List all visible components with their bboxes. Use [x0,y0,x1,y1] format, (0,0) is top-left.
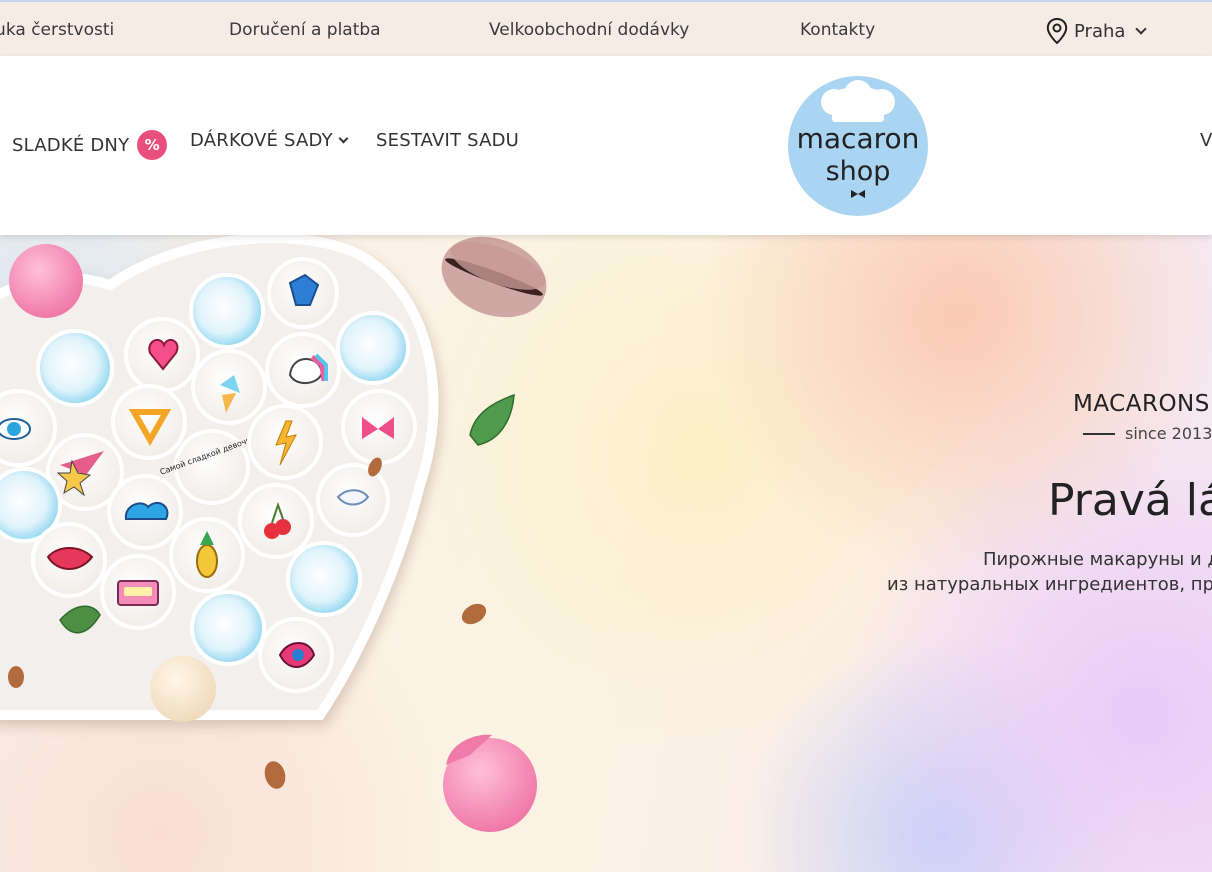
topbar-link-delivery[interactable]: Doručení a platba [229,20,381,40]
nav-sweet-days[interactable]: SLADKÉ DNY % [12,130,168,160]
chef-hat-icon [821,80,895,122]
topbar-link-freshness[interactable]: Záruka čerstvosti [0,20,114,40]
topbar-link-contacts[interactable]: Kontakty [800,20,875,40]
city-name: Praha [1074,20,1126,42]
top-info-bar: Záruka čerstvosti Doručení a platba Velk… [0,0,1212,56]
hero-subtitle-line2: из натуральных ингредиентов, пр [887,574,1212,595]
site-logo[interactable]: macaron shop [788,76,928,216]
nav-build-set-label: SESTAVIT SADU [376,130,520,151]
main-header: SLADKÉ DNY % DÁRKOVÉ SADY SESTAVIT SADU … [0,56,1212,235]
logo-text-shop: shop [826,156,891,187]
logo-text-macaron: macaron [797,122,920,155]
nav-item-cut[interactable]: V [1200,130,1212,151]
macaron-pink-top-left [9,244,83,318]
chevron-down-icon [1135,23,1148,35]
divider-line [1083,432,1115,435]
nav-gift-sets[interactable]: DÁRKOVÉ SADY [190,130,349,151]
hero-subtitle-line1: Пирожные макаруны и д [983,549,1212,570]
macaron-pink-bottom [443,734,537,832]
city-selector[interactable]: Praha [1046,18,1148,44]
nav-sweet-days-label: SLADKÉ DNY [12,134,130,156]
bow-tie-icon [851,190,865,198]
macaron-chocolate [441,236,547,318]
topbar-link-wholesale[interactable]: Velkoobchodní dodávky [489,20,689,40]
hero-headline: Pravá lá [1048,475,1212,526]
hero-banner: Самой сладкой девочке MACARONS since 201… [0,235,1212,872]
hero-since-text: since 2013 [1125,424,1212,443]
macaron-cream [150,656,216,722]
nav-gift-sets-label: DÁRKOVÉ SADY [190,130,333,151]
chevron-down-icon [338,133,349,144]
hero-since: since 2013 [1083,424,1212,443]
hero-eyebrow: MACARONS [1073,391,1210,417]
discount-badge: % [137,130,168,160]
location-pin-icon [1046,18,1068,44]
nav-build-set[interactable]: SESTAVIT SADU [376,130,519,151]
